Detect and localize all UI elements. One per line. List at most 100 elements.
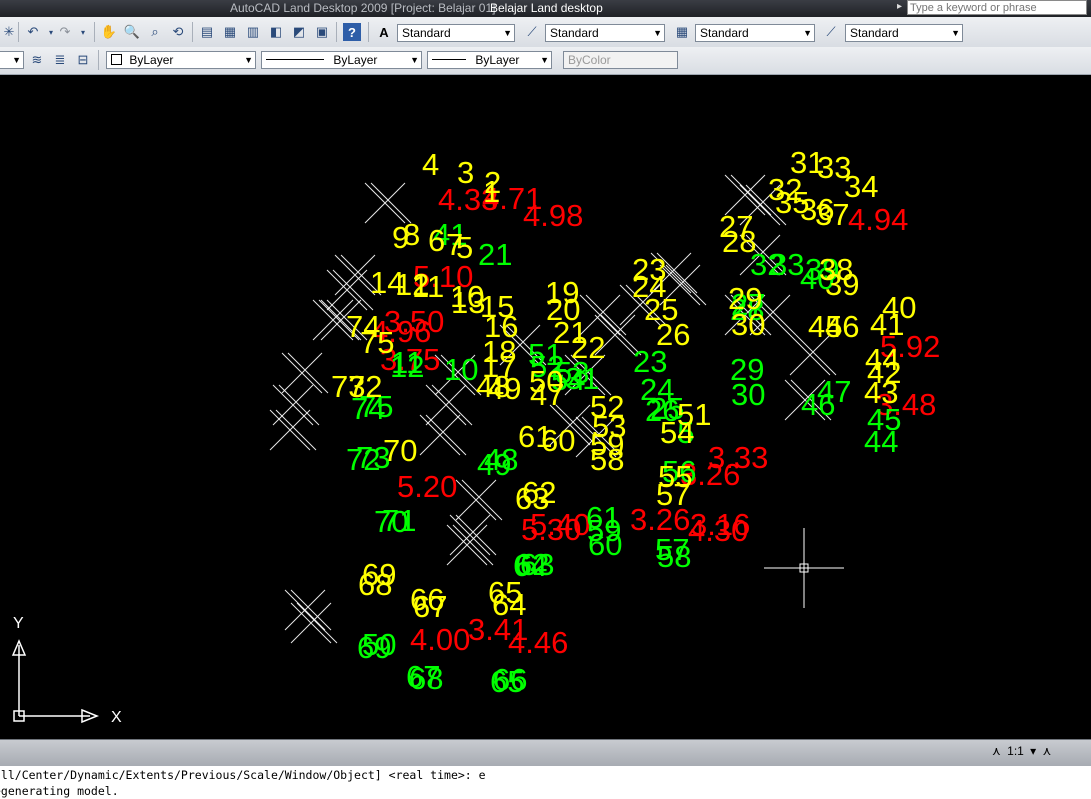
- point-number-label[interactable]: 67: [413, 589, 447, 624]
- multileader-style-select[interactable]: Standard ▼: [845, 24, 963, 42]
- point-number-label[interactable]: 54: [660, 415, 694, 450]
- chevron-down-icon[interactable]: ▼: [410, 52, 419, 68]
- chevron-down-icon[interactable]: ▾: [1030, 744, 1036, 758]
- redo-dropdown-icon[interactable]: ▾: [74, 23, 92, 41]
- point-number-label[interactable]: 5: [456, 230, 473, 265]
- point-number-label[interactable]: 43: [864, 375, 898, 410]
- table-style-select[interactable]: Standard ▼: [695, 24, 815, 42]
- point-description-label[interactable]: 10: [444, 352, 478, 387]
- point-number-label[interactable]: 41: [870, 307, 904, 342]
- point-number-label[interactable]: 30: [731, 307, 765, 342]
- dim-style-select[interactable]: Standard ▼: [545, 24, 665, 42]
- pan-icon[interactable]: ✋: [100, 23, 118, 41]
- point-x-marker[interactable]: [272, 384, 320, 426]
- command-line[interactable]: all/Center/Dynamic/Extents/Previous/Scal…: [0, 766, 1091, 799]
- color-select[interactable]: ByLayer ▼: [106, 51, 256, 69]
- point-elevation-label[interactable]: 4.94: [848, 202, 908, 237]
- point-number-label[interactable]: 57: [656, 477, 690, 512]
- point-number-label[interactable]: 47: [530, 377, 564, 412]
- zoom-previous-icon[interactable]: ⟲: [169, 23, 187, 41]
- layer-select[interactable]: ▼: [0, 51, 24, 69]
- point-x-marker[interactable]: [455, 479, 503, 521]
- chevron-down-icon[interactable]: ▼: [803, 25, 812, 41]
- point-number-label[interactable]: 72: [348, 369, 382, 404]
- redo-icon[interactable]: ↷: [56, 23, 74, 41]
- lineweight-select[interactable]: ByLayer ▼: [427, 51, 552, 69]
- chevron-down-icon[interactable]: ▼: [503, 25, 512, 41]
- sheet-set-icon[interactable]: ◧: [267, 23, 285, 41]
- point-x-marker[interactable]: [419, 414, 467, 456]
- new-icon[interactable]: ✳: [0, 23, 18, 41]
- text-style-select[interactable]: Standard ▼: [397, 24, 515, 42]
- chevron-down-icon[interactable]: ▼: [653, 25, 662, 41]
- point-number-label[interactable]: 63: [515, 481, 549, 516]
- design-center-icon[interactable]: ▦: [221, 23, 239, 41]
- point-description-label[interactable]: 61: [586, 500, 620, 535]
- point-x-marker[interactable]: [281, 352, 329, 394]
- search-box[interactable]: ▸: [897, 0, 1091, 16]
- annotation-scale-control[interactable]: ⋏ 1:1 ▾ ⋏: [992, 744, 1054, 758]
- point-description-label[interactable]: 71: [382, 503, 416, 538]
- dim-style-icon[interactable]: ⟋: [523, 23, 541, 41]
- search-input[interactable]: [907, 0, 1087, 15]
- point-number-label[interactable]: 69: [362, 557, 396, 592]
- point-number-label[interactable]: 60: [541, 423, 575, 458]
- layer-manager-icon[interactable]: ≋: [28, 51, 46, 69]
- point-number-label[interactable]: 6: [428, 223, 445, 258]
- point-x-marker[interactable]: [269, 409, 317, 451]
- triangle-right-icon[interactable]: ▸: [897, 1, 902, 12]
- point-number-label[interactable]: 44: [865, 342, 899, 377]
- point-x-marker[interactable]: [290, 602, 338, 644]
- point-description-label[interactable]: 30: [731, 377, 765, 412]
- point-number-label[interactable]: 28: [722, 224, 756, 259]
- point-description-label[interactable]: 47: [817, 374, 851, 409]
- point-description-label[interactable]: 66: [493, 662, 527, 697]
- undo-icon[interactable]: ↶: [24, 23, 42, 41]
- tool-palettes-icon[interactable]: ▥: [244, 23, 262, 41]
- chevron-down-icon[interactable]: ▼: [951, 25, 960, 41]
- point-number-label[interactable]: 46: [825, 309, 859, 344]
- drawing-area[interactable]: 4.33 4.71 4.98 4.96 3.41 4.46 4.00 5.20 5.30 4.30…: [0, 75, 1091, 739]
- properties-icon[interactable]: ▤: [198, 23, 216, 41]
- point-elevation-label[interactable]: 5.20: [397, 469, 457, 504]
- point-number-label[interactable]: 3: [457, 155, 474, 190]
- annotation-scale-icon[interactable]: ⋏: [992, 744, 1001, 758]
- point-description-label[interactable]: 12: [390, 349, 424, 384]
- table-style-icon[interactable]: ▦: [673, 23, 691, 41]
- chevron-down-icon[interactable]: ▼: [244, 52, 253, 68]
- point-x-marker[interactable]: [326, 269, 374, 311]
- point-number-label[interactable]: 59: [590, 427, 624, 462]
- point-elevation-label[interactable]: 4.46: [508, 625, 568, 660]
- point-description-label[interactable]: 68: [409, 661, 443, 696]
- point-number-label[interactable]: 75: [360, 325, 394, 360]
- point-elevation-label[interactable]: 4.00: [410, 622, 470, 657]
- point-elevation-label[interactable]: 4.98: [523, 198, 583, 233]
- chevron-down-icon[interactable]: ▼: [540, 52, 549, 68]
- point-description-label[interactable]: 58: [657, 539, 691, 574]
- point-number-label[interactable]: 70: [383, 433, 417, 468]
- point-x-marker[interactable]: [425, 384, 473, 426]
- point-number-label[interactable]: 26: [656, 317, 690, 352]
- point-number-label[interactable]: 8: [403, 217, 420, 252]
- point-number-label[interactable]: 1: [483, 174, 500, 209]
- text-style-icon[interactable]: A: [375, 23, 393, 41]
- point-description-label[interactable]: 21: [478, 237, 512, 272]
- point-number-label[interactable]: 4: [422, 147, 439, 182]
- point-description-label[interactable]: 44: [864, 424, 898, 459]
- point-number-label[interactable]: 65: [488, 575, 522, 610]
- point-number-label[interactable]: 11: [412, 269, 444, 304]
- point-description-label[interactable]: 48: [484, 442, 518, 477]
- chevron-down-icon[interactable]: ▼: [12, 52, 21, 68]
- calc-icon[interactable]: ▣: [313, 23, 331, 41]
- point-number-label[interactable]: 22: [571, 330, 605, 365]
- annotation-visibility-icon[interactable]: ⋏: [1043, 744, 1052, 758]
- linetype-select[interactable]: ByLayer ▼: [261, 51, 422, 69]
- point-number-label[interactable]: 37: [815, 197, 849, 232]
- point-number-label[interactable]: 49: [487, 371, 521, 406]
- point-number-label[interactable]: 13: [451, 285, 485, 320]
- help-icon[interactable]: ?: [343, 23, 361, 41]
- markup-icon[interactable]: ◩: [290, 23, 308, 41]
- layer-previous-icon[interactable]: ≣: [51, 51, 69, 69]
- zoom-realtime-icon[interactable]: 🔍: [123, 23, 141, 41]
- point-elevation-label[interactable]: 3.16: [690, 507, 750, 542]
